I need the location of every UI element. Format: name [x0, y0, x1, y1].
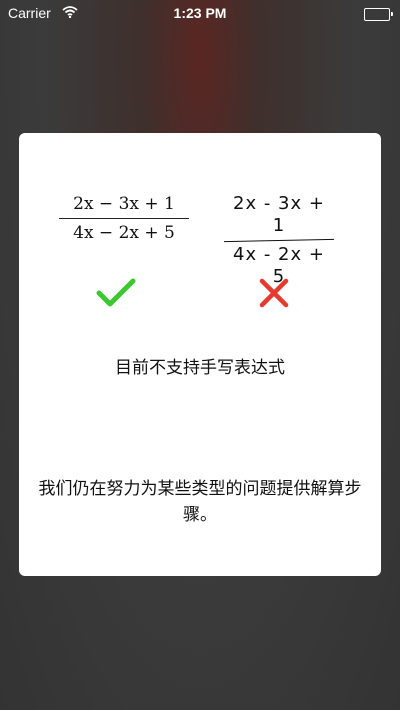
handwritten-expression: 2x - 3x + 1 4x - 2x + 5: [224, 193, 334, 288]
status-time: 1:23 PM: [173, 5, 227, 21]
typed-fraction-bar: [59, 218, 189, 219]
status-bar: Carrier 1:23 PM: [0, 0, 400, 26]
handwritten-numerator: 2x - 3x + 1: [233, 193, 325, 236]
typed-denominator: 4x − 2x + 5: [73, 223, 175, 243]
typed-expression: 2x − 3x + 1 4x − 2x + 5: [59, 193, 189, 244]
battery-icon: [364, 8, 393, 21]
handwriting-unsupported-dialog: 2x − 3x + 1 4x − 2x + 5 2x - 3x + 1 4x -…: [19, 133, 381, 576]
cross-icon: [259, 278, 289, 312]
handwritten-fraction-bar: [224, 238, 334, 243]
unsupported-message: 目前不支持手写表达式: [115, 358, 285, 378]
checkmark-icon: [96, 278, 136, 312]
steps-message: 我们仍在努力为某些类型的问题提供解算步骤。: [38, 479, 362, 525]
typed-numerator: 2x − 3x + 1: [73, 194, 175, 214]
